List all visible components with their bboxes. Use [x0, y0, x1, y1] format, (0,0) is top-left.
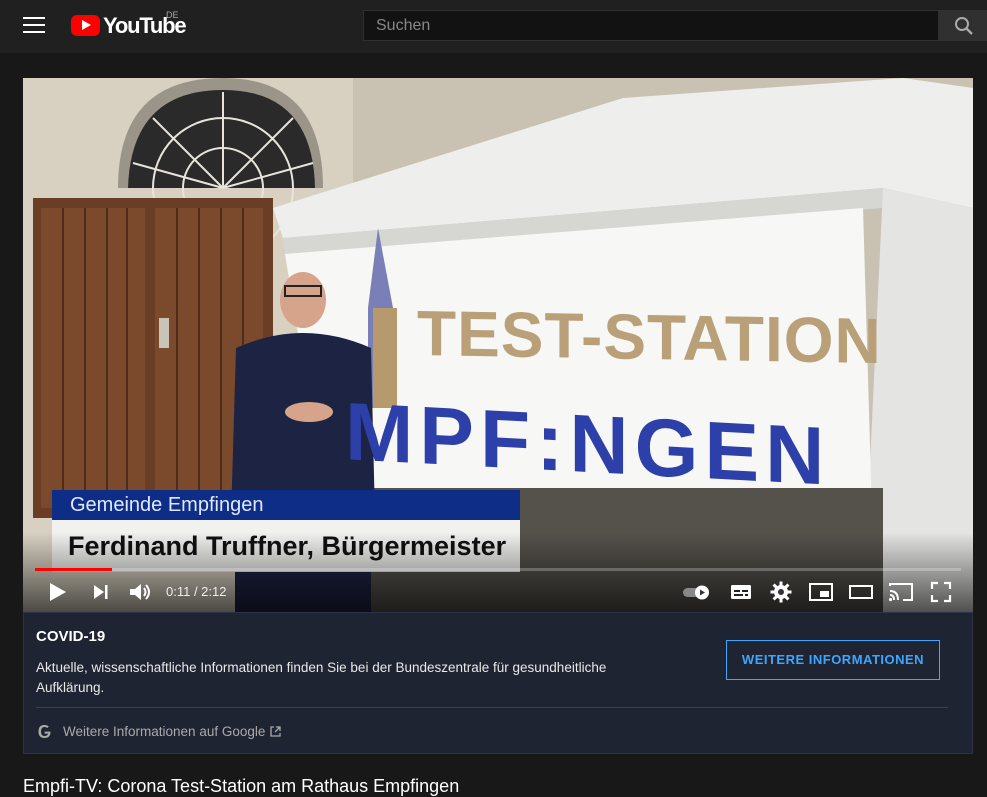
miniplayer-icon[interactable]: [808, 580, 834, 604]
settings-icon[interactable]: [769, 580, 793, 604]
volume-icon[interactable]: [127, 580, 153, 604]
external-link-icon: [270, 725, 282, 737]
search-box: [363, 10, 939, 41]
progress-fill: [35, 568, 112, 571]
fullscreen-icon[interactable]: [929, 580, 953, 604]
play-icon[interactable]: [45, 580, 69, 604]
country-code: DE: [166, 10, 179, 20]
google-g-icon: [38, 724, 51, 738]
banner-line-1: TEST-STATION: [417, 296, 882, 378]
time-display: 0:11 / 2:12: [166, 584, 227, 599]
search-input[interactable]: [364, 11, 938, 40]
google-info-link[interactable]: Weitere Informationen auf Google: [36, 721, 282, 741]
masthead: YouTube DE: [0, 0, 987, 53]
menu-icon[interactable]: [23, 17, 45, 35]
cast-icon[interactable]: [887, 580, 915, 604]
subtitles-icon[interactable]: [729, 580, 753, 604]
video-player[interactable]: TEST-STATION MPF:NGEN Gemeinde Empfingen…: [23, 78, 973, 612]
google-info-link-text: Weitere Informationen auf Google: [63, 723, 266, 739]
youtube-logo-icon: [71, 15, 100, 36]
search-button[interactable]: [939, 10, 987, 41]
progress-bar[interactable]: [35, 568, 961, 571]
next-icon[interactable]: [89, 580, 113, 604]
theater-mode-icon[interactable]: [848, 580, 874, 604]
caption-line-1: Gemeinde Empfingen: [52, 490, 520, 520]
info-divider: [36, 707, 948, 708]
info-title: COVID-19: [36, 628, 106, 645]
covid-info-panel: COVID-19 Aktuelle, wissenschaftliche Inf…: [23, 612, 973, 754]
more-info-button[interactable]: WEITERE INFORMATIONEN: [726, 640, 940, 680]
video-title: Empfi-TV: Corona Test-Station am Rathaus…: [23, 776, 460, 796]
search-icon: [955, 17, 973, 35]
info-text: Aktuelle, wissenschaftliche Informatione…: [36, 660, 607, 695]
autoplay-toggle-icon[interactable]: [681, 580, 713, 604]
